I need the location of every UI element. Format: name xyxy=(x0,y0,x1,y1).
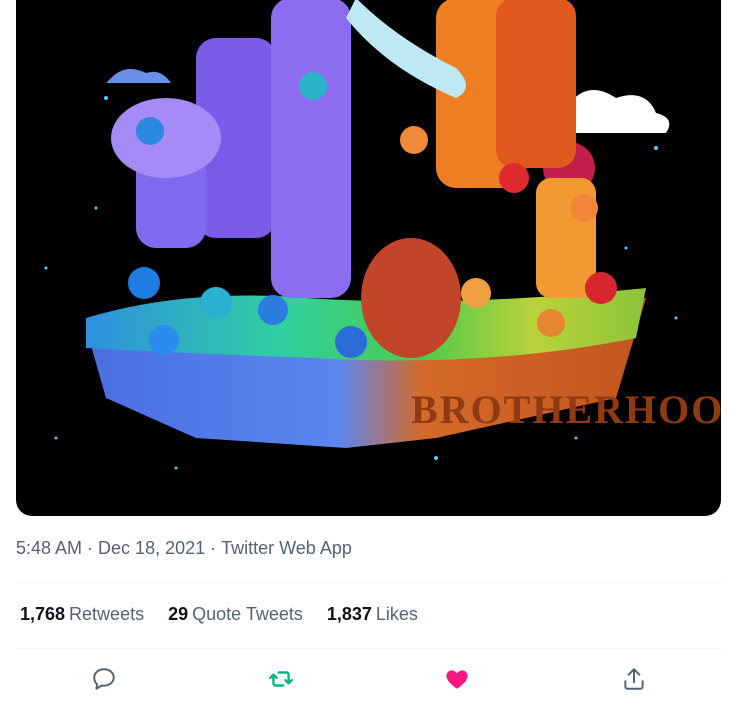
meta-separator: · xyxy=(210,538,217,558)
tweet-date[interactable]: Dec 18, 2021 xyxy=(98,538,205,558)
tweet-timestamp: 5:48 AM · Dec 18, 2021 · Twitter Web App xyxy=(16,538,352,559)
retweets-count: 1,768 xyxy=(20,604,66,624)
heart-icon xyxy=(446,670,468,689)
quotes-label: Quote Tweets xyxy=(192,604,303,624)
likes-count: 1,837 xyxy=(326,604,372,624)
quotes-count: 29 xyxy=(168,604,189,624)
retweets-stat[interactable]: 1,768 Retweets xyxy=(20,604,144,625)
tweet-actions xyxy=(16,656,722,702)
retweet-icon xyxy=(268,671,293,687)
likes-stat[interactable]: 1,837 Likes xyxy=(327,604,418,625)
like-button[interactable] xyxy=(434,656,480,702)
tweet-media-image[interactable]: BROTHERHOOD xyxy=(16,0,721,516)
retweet-button[interactable] xyxy=(258,656,304,702)
reply-button[interactable] xyxy=(81,656,127,702)
reply-icon xyxy=(93,668,115,690)
meta-separator: · xyxy=(87,538,94,558)
share-icon xyxy=(624,668,644,690)
divider xyxy=(16,582,722,583)
divider xyxy=(16,648,722,649)
svg-text:BROTHERHOOD: BROTHERHOOD xyxy=(411,387,721,432)
share-button[interactable] xyxy=(611,656,657,702)
tweet-time[interactable]: 5:48 AM xyxy=(16,538,82,558)
tweet-stats: 1,768 Retweets 29 Quote Tweets 1,837 Likes xyxy=(20,604,418,625)
castle-illustration: BROTHERHOOD xyxy=(44,0,721,470)
tweet-source[interactable]: Twitter Web App xyxy=(221,538,352,558)
quote-tweets-stat[interactable]: 29 Quote Tweets xyxy=(168,604,303,625)
retweets-label: Retweets xyxy=(69,604,145,624)
likes-label: Likes xyxy=(375,604,418,624)
